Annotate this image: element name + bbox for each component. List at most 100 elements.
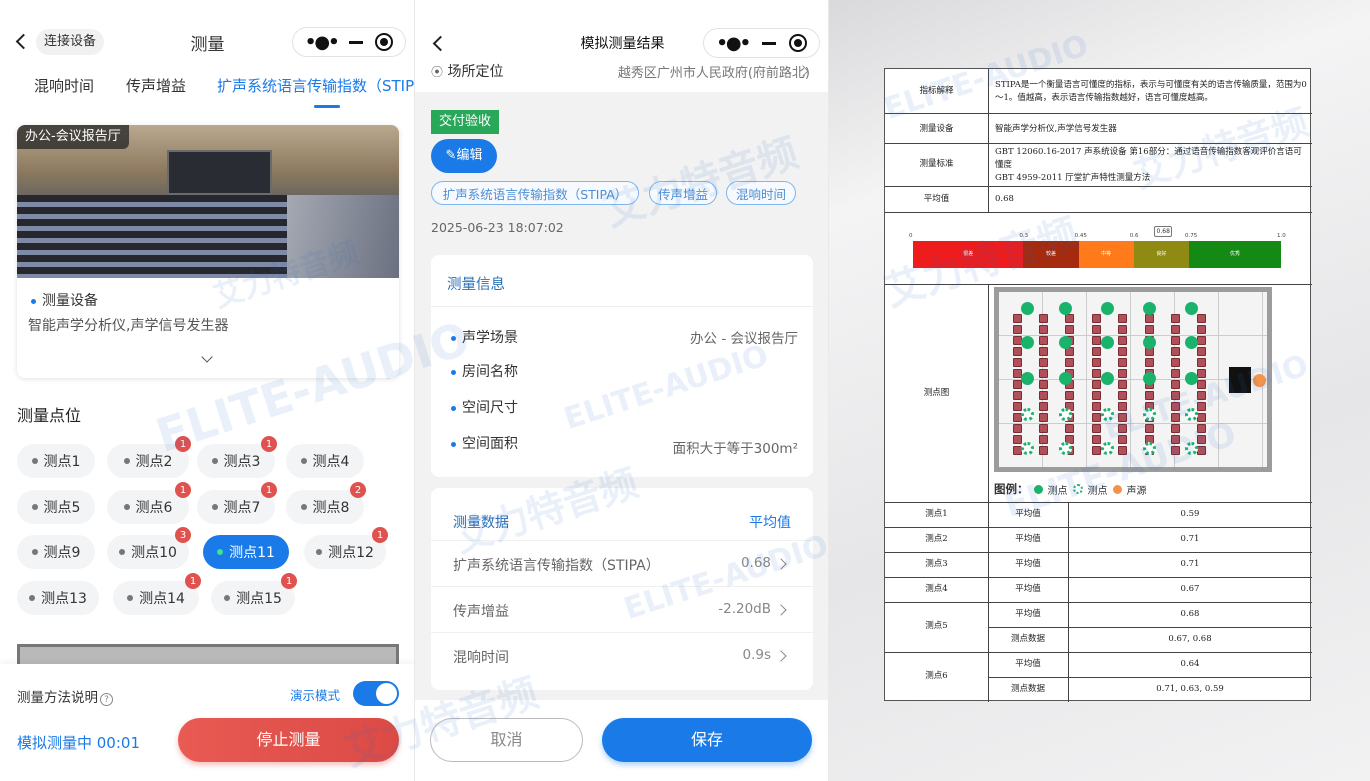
point-chip[interactable]: 测点15 1: [211, 573, 297, 615]
seat: [1039, 336, 1048, 345]
method-link[interactable]: 测量方法说明?: [17, 686, 113, 706]
seat: [1118, 369, 1127, 378]
seat: [1065, 391, 1074, 400]
connect-device-button[interactable]: 连接设备: [36, 29, 105, 55]
point-badge: 1: [372, 527, 388, 543]
demo-mode-toggle[interactable]: [353, 681, 399, 706]
point-badge: 1: [185, 573, 201, 589]
point-chip[interactable]: 测点11: [203, 535, 289, 569]
seat: [1197, 446, 1206, 455]
point-label: 测点3: [223, 454, 261, 470]
point-label: 测点7: [223, 500, 261, 516]
seat: [1197, 391, 1206, 400]
seat: [1092, 336, 1101, 345]
close-icon[interactable]: [788, 34, 807, 52]
seat: [1171, 435, 1180, 444]
point-dot-icon: [316, 549, 323, 555]
stop-measure-button[interactable]: 停止测量: [178, 718, 399, 762]
seat: [1171, 369, 1180, 378]
point-chip[interactable]: 测点6 1: [107, 482, 191, 524]
measure-point-alt: [1185, 442, 1198, 455]
measure-point-icon: [1033, 484, 1043, 494]
point-chip[interactable]: 测点10 3: [107, 527, 191, 569]
legend: 图例： 测点 测点 声源: [994, 481, 1147, 497]
point-label: 测点14: [139, 591, 185, 607]
seat: [1197, 325, 1206, 334]
data-row[interactable]: 传声增益 -2.20dB: [431, 586, 813, 632]
point-badge: 3: [175, 527, 191, 543]
point-dot-icon: [123, 504, 130, 510]
measure-point: [1059, 302, 1072, 315]
seat: [1039, 446, 1048, 455]
aisle: [287, 195, 399, 278]
seat: [1197, 347, 1206, 356]
measure-point-alt: [1059, 408, 1072, 421]
seat: [1092, 325, 1101, 334]
seat: [1065, 314, 1074, 323]
tab-gain[interactable]: 传声增益: [126, 75, 186, 96]
save-button[interactable]: 保存: [602, 718, 812, 762]
point-chip[interactable]: 测点13: [17, 581, 99, 615]
measure-point: [1059, 336, 1072, 349]
minimize-icon[interactable]: [761, 41, 776, 45]
close-icon[interactable]: [375, 33, 394, 51]
back-icon[interactable]: [15, 33, 32, 50]
seat: [1197, 314, 1206, 323]
seat: [1171, 347, 1180, 356]
seat: [1039, 413, 1048, 422]
report-preview: 指标解释 STIPA是一个衡量语言可懂度的指标，表示与可懂度有关的语言传输质量，…: [829, 0, 1370, 781]
device-heading: 测量设备: [31, 290, 98, 310]
cancel-button[interactable]: 取消: [430, 718, 583, 762]
scale-tick: 0.45: [1074, 233, 1087, 239]
data-row[interactable]: 混响时间 0.9s: [431, 632, 813, 678]
table-key: 测点数据: [1010, 634, 1045, 644]
seat: [1065, 325, 1074, 334]
point-badge: 1: [261, 482, 277, 498]
data-title: 测量数据: [453, 515, 509, 531]
point-dot-icon: [300, 458, 307, 464]
expand-icon[interactable]: [201, 351, 213, 363]
point-chip[interactable]: 测点14 1: [113, 573, 201, 615]
point-chip[interactable]: 测点7 1: [197, 482, 277, 524]
location-value[interactable]: 越秀区广州市人民政府(府前路北): [588, 62, 810, 81]
point-label: 测点4: [312, 454, 350, 470]
floor-plan: [994, 287, 1272, 472]
tab-reverb[interactable]: 混响时间: [34, 75, 94, 96]
seat: [1118, 424, 1127, 433]
tab-stipa[interactable]: 扩声系统语言传输指数（STIP: [217, 75, 414, 96]
point-chip[interactable]: 测点9: [17, 535, 95, 569]
data-row-label: 扩声系统语言传输指数（STIPA）: [453, 558, 660, 574]
seat: [1092, 413, 1101, 422]
miniprogram-capsule: •●•: [703, 28, 820, 58]
info-title: 测量信息: [447, 277, 505, 293]
seat: [1013, 314, 1022, 323]
measure-point: [1101, 302, 1114, 315]
point-chip[interactable]: 测点2 1: [107, 436, 191, 478]
more-icon[interactable]: •●•: [305, 32, 340, 53]
minimize-icon[interactable]: [349, 40, 364, 44]
point-chip[interactable]: 测点3 1: [197, 436, 277, 478]
info-card: 测量信息 声学场景 办公 - 会议报告厅 房间名称 空间尺寸 空间面积 面积大于等于300…: [431, 255, 813, 477]
measure-point: [1143, 302, 1156, 315]
point-label: 测点1: [43, 454, 81, 470]
edit-button[interactable]: ✎编辑: [431, 139, 497, 173]
data-row[interactable]: 扩声系统语言传输指数（STIPA） 0.68: [431, 540, 813, 586]
point-label: 测点13: [41, 591, 87, 607]
scale-tick: 0.3: [1019, 233, 1029, 239]
seat: [1171, 402, 1180, 411]
point-label: 测点12: [328, 545, 374, 561]
more-icon[interactable]: •●•: [716, 33, 751, 54]
table-key: 平均值: [1015, 584, 1041, 594]
point-chip[interactable]: 测点4: [286, 444, 364, 478]
point-badge: 1: [261, 436, 277, 452]
table-value: 0.67, 0.68: [1168, 634, 1212, 644]
point-badge: 1: [175, 482, 191, 498]
point-chip[interactable]: 测点5: [17, 490, 95, 524]
chevron-right-icon: [775, 650, 787, 662]
point-chip[interactable]: 测点1: [17, 444, 95, 478]
point-chip[interactable]: 测点12 1: [304, 527, 388, 569]
seat: [1039, 380, 1048, 389]
point-chip[interactable]: 测点8 2: [286, 482, 366, 524]
measure-point-alt: [1101, 408, 1114, 421]
table-key: 平均值: [1015, 534, 1041, 544]
